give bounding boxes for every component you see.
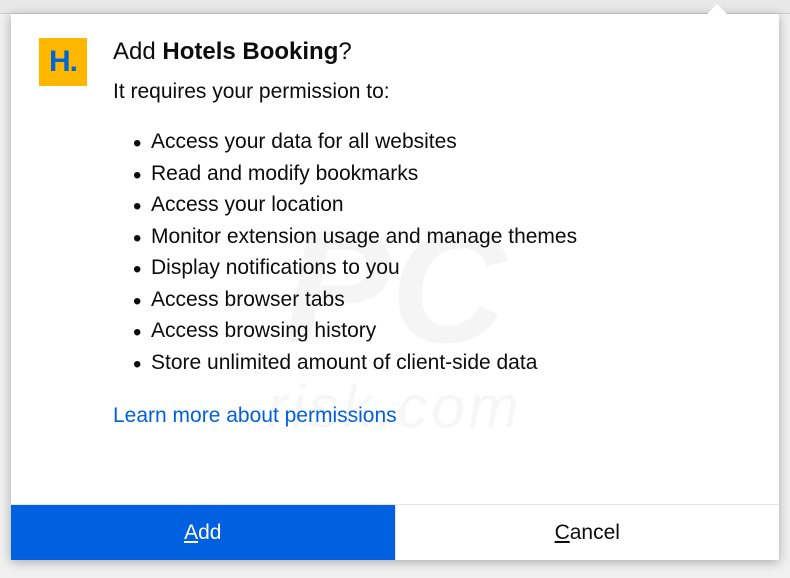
title-prefix: Add: [113, 38, 162, 65]
extension-icon-wrap: H.: [39, 38, 87, 428]
permission-item: Store unlimited amount of client-side da…: [137, 347, 751, 379]
dialog-title: Add Hotels Booking?: [113, 38, 751, 66]
add-label-rest: dd: [198, 521, 221, 544]
popup-content: H. Add Hotels Booking? It requires your …: [11, 14, 779, 440]
permission-item: Access your data for all websites: [137, 126, 751, 158]
permission-item: Display notifications to you: [137, 252, 751, 284]
extension-icon: H.: [39, 38, 87, 86]
permission-item: Access your location: [137, 189, 751, 221]
add-accelerator: A: [184, 521, 198, 544]
permission-item: Access browser tabs: [137, 284, 751, 316]
learn-more-link[interactable]: Learn more about permissions: [113, 404, 397, 427]
cancel-label-rest: ancel: [570, 521, 620, 544]
cancel-button[interactable]: Cancel: [395, 505, 780, 560]
button-bar: Add Cancel: [11, 504, 779, 560]
text-block: Add Hotels Booking? It requires your per…: [113, 38, 751, 428]
extension-name: Hotels Booking: [162, 38, 338, 65]
permission-subtitle: It requires your permission to:: [113, 80, 751, 104]
add-button[interactable]: Add: [11, 505, 395, 560]
permission-list: Access your data for all websites Read a…: [113, 126, 751, 378]
title-suffix: ?: [338, 38, 351, 65]
browser-chrome-edge: [0, 0, 790, 14]
permission-item: Monitor extension usage and manage theme…: [137, 221, 751, 253]
permission-item: Access browsing history: [137, 315, 751, 347]
install-permission-popup: PC risk.com H. Add Hotels Booking? It re…: [11, 14, 779, 560]
cancel-accelerator: C: [555, 521, 570, 544]
permission-item: Read and modify bookmarks: [137, 158, 751, 190]
